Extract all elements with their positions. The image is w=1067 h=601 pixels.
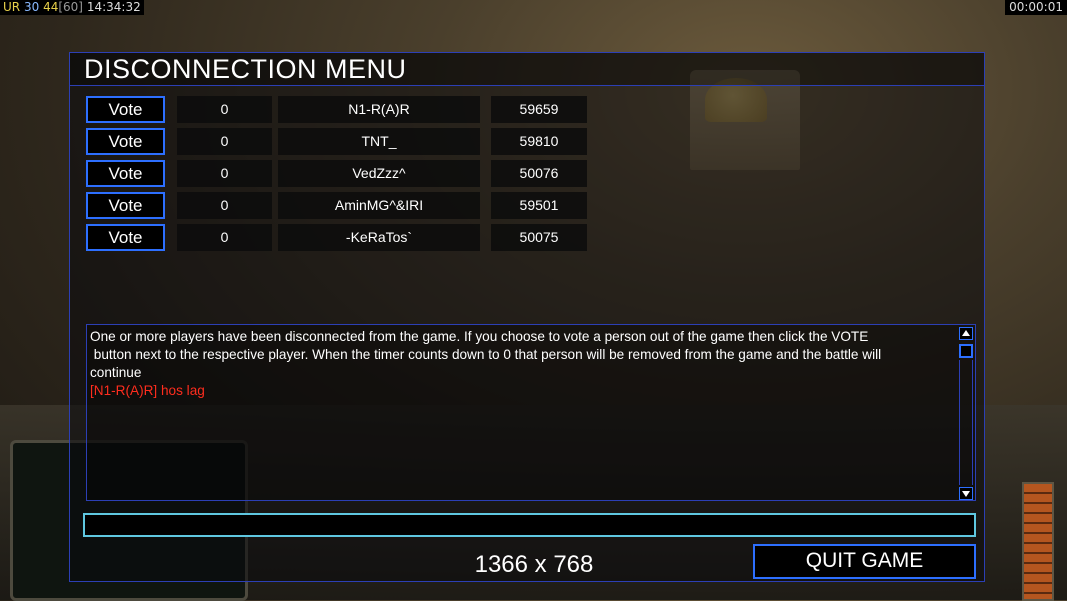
message-line: continue	[90, 365, 142, 380]
vote-button[interactable]: Vote	[86, 224, 165, 251]
dialog-title: DISCONNECTION MENU	[84, 54, 407, 84]
vote-count: 0	[177, 128, 272, 155]
player-timer: 50075	[491, 224, 587, 251]
scroll-down-arrow-icon[interactable]	[959, 487, 973, 500]
player-timer: 59810	[491, 128, 587, 155]
scrollbar-thumb[interactable]	[959, 344, 973, 358]
resolution-label: 1366 x 768	[474, 551, 594, 578]
quit-game-button[interactable]: QUIT GAME	[753, 544, 976, 579]
disconnection-dialog: DISCONNECTION MENU Vote 0 N1-R(A)R 59659…	[69, 52, 985, 582]
player-name: TNT_	[278, 128, 480, 155]
vote-button[interactable]: Vote	[86, 192, 165, 219]
vote-count: 0	[177, 160, 272, 187]
player-timer: 59659	[491, 96, 587, 123]
dialog-title-bar: DISCONNECTION MENU	[70, 53, 984, 86]
fps-current: 30	[23, 0, 40, 14]
chat-input[interactable]	[83, 513, 976, 537]
scrollbar-track[interactable]	[959, 360, 973, 485]
chat-message: [N1-R(A)R] hos lag	[90, 383, 205, 398]
vote-button[interactable]: Vote	[86, 128, 165, 155]
clock: 14:34:32	[86, 0, 141, 14]
player-name: -KeRaTos`	[278, 224, 480, 251]
fps-average: 44	[43, 0, 59, 14]
player-timer: 50076	[491, 160, 587, 187]
vote-button[interactable]: Vote	[86, 160, 165, 187]
message-line: button next to the respective player. Wh…	[90, 347, 882, 362]
message-log[interactable]: One or more players have been disconnect…	[86, 324, 976, 501]
vote-count: 0	[177, 224, 272, 251]
scroll-up-arrow-icon[interactable]	[959, 327, 973, 340]
player-name: N1-R(A)R	[278, 96, 480, 123]
vote-button[interactable]: Vote	[86, 96, 165, 123]
message-text: One or more players have been disconnect…	[90, 328, 948, 400]
game-timer: 00:00:01	[1005, 0, 1067, 15]
vote-count: 0	[177, 96, 272, 123]
performance-stats: UR 30 44[60] 14:34:32	[0, 0, 144, 15]
fps-limit: [60]	[58, 0, 83, 14]
player-name: AminMG^&IRI	[278, 192, 480, 219]
background-power-meter	[1022, 482, 1054, 601]
message-line: One or more players have been disconnect…	[90, 329, 869, 344]
player-name: VedZzz^	[278, 160, 480, 187]
player-timer: 59501	[491, 192, 587, 219]
vote-count: 0	[177, 192, 272, 219]
ur-label: UR	[3, 0, 21, 14]
